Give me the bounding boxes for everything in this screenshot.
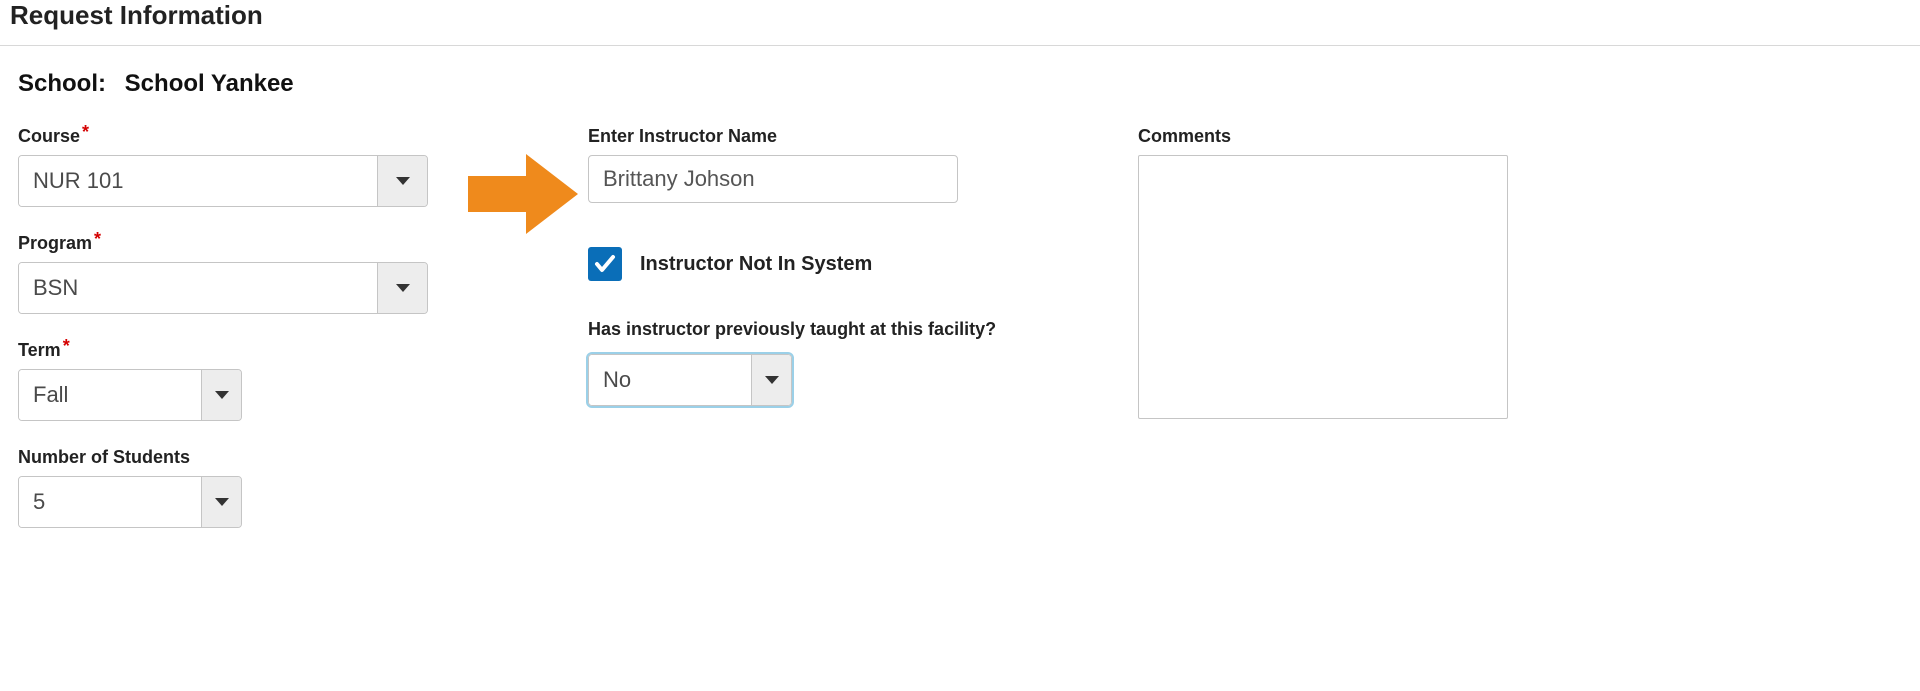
divider — [0, 45, 1920, 46]
term-dropdown-button[interactable] — [201, 370, 241, 420]
previously-taught-label: Has instructor previously taught at this… — [588, 317, 1008, 342]
term-label: Term* — [18, 340, 458, 361]
num-students-label: Number of Students — [18, 447, 458, 468]
required-marker: * — [94, 229, 101, 249]
page-title: Request Information — [0, 0, 1920, 45]
program-label: Program* — [18, 233, 458, 254]
course-dropdown-value: NUR 101 — [19, 156, 377, 206]
previously-taught-dropdown[interactable]: No — [588, 354, 792, 406]
instructor-name-input[interactable] — [588, 155, 958, 203]
program-dropdown-button[interactable] — [377, 263, 427, 313]
chevron-down-icon — [215, 391, 229, 399]
course-label-text: Course — [18, 126, 80, 146]
num-students-dropdown[interactable]: 5 — [18, 476, 242, 528]
previously-taught-dropdown-value: No — [589, 355, 751, 405]
course-label: Course* — [18, 126, 458, 147]
comments-textarea[interactable] — [1138, 155, 1508, 419]
school-label: School: — [18, 70, 106, 97]
course-dropdown-button[interactable] — [377, 156, 427, 206]
instructor-not-in-system-label: Instructor Not In System — [640, 253, 872, 276]
num-students-dropdown-button[interactable] — [201, 477, 241, 527]
course-dropdown[interactable]: NUR 101 — [18, 155, 428, 207]
school-value: School Yankee — [125, 70, 294, 97]
required-marker: * — [82, 122, 89, 142]
term-dropdown-value: Fall — [19, 370, 201, 420]
program-dropdown-value: BSN — [19, 263, 377, 313]
instructor-not-in-system-checkbox[interactable] — [588, 247, 622, 281]
previously-taught-dropdown-button[interactable] — [751, 355, 791, 405]
chevron-down-icon — [765, 376, 779, 384]
instructor-name-label: Enter Instructor Name — [588, 126, 1008, 147]
school-heading: School: School Yankee — [18, 70, 1920, 98]
chevron-down-icon — [215, 498, 229, 506]
chevron-down-icon — [396, 284, 410, 292]
required-marker: * — [63, 336, 70, 356]
arrow-right-icon — [468, 154, 578, 234]
term-dropdown[interactable]: Fall — [18, 369, 242, 421]
num-students-dropdown-value: 5 — [19, 477, 201, 527]
chevron-down-icon — [396, 177, 410, 185]
check-icon — [593, 252, 617, 276]
program-dropdown[interactable]: BSN — [18, 262, 428, 314]
program-label-text: Program — [18, 233, 92, 253]
comments-label: Comments — [1138, 126, 1538, 147]
term-label-text: Term — [18, 340, 61, 360]
